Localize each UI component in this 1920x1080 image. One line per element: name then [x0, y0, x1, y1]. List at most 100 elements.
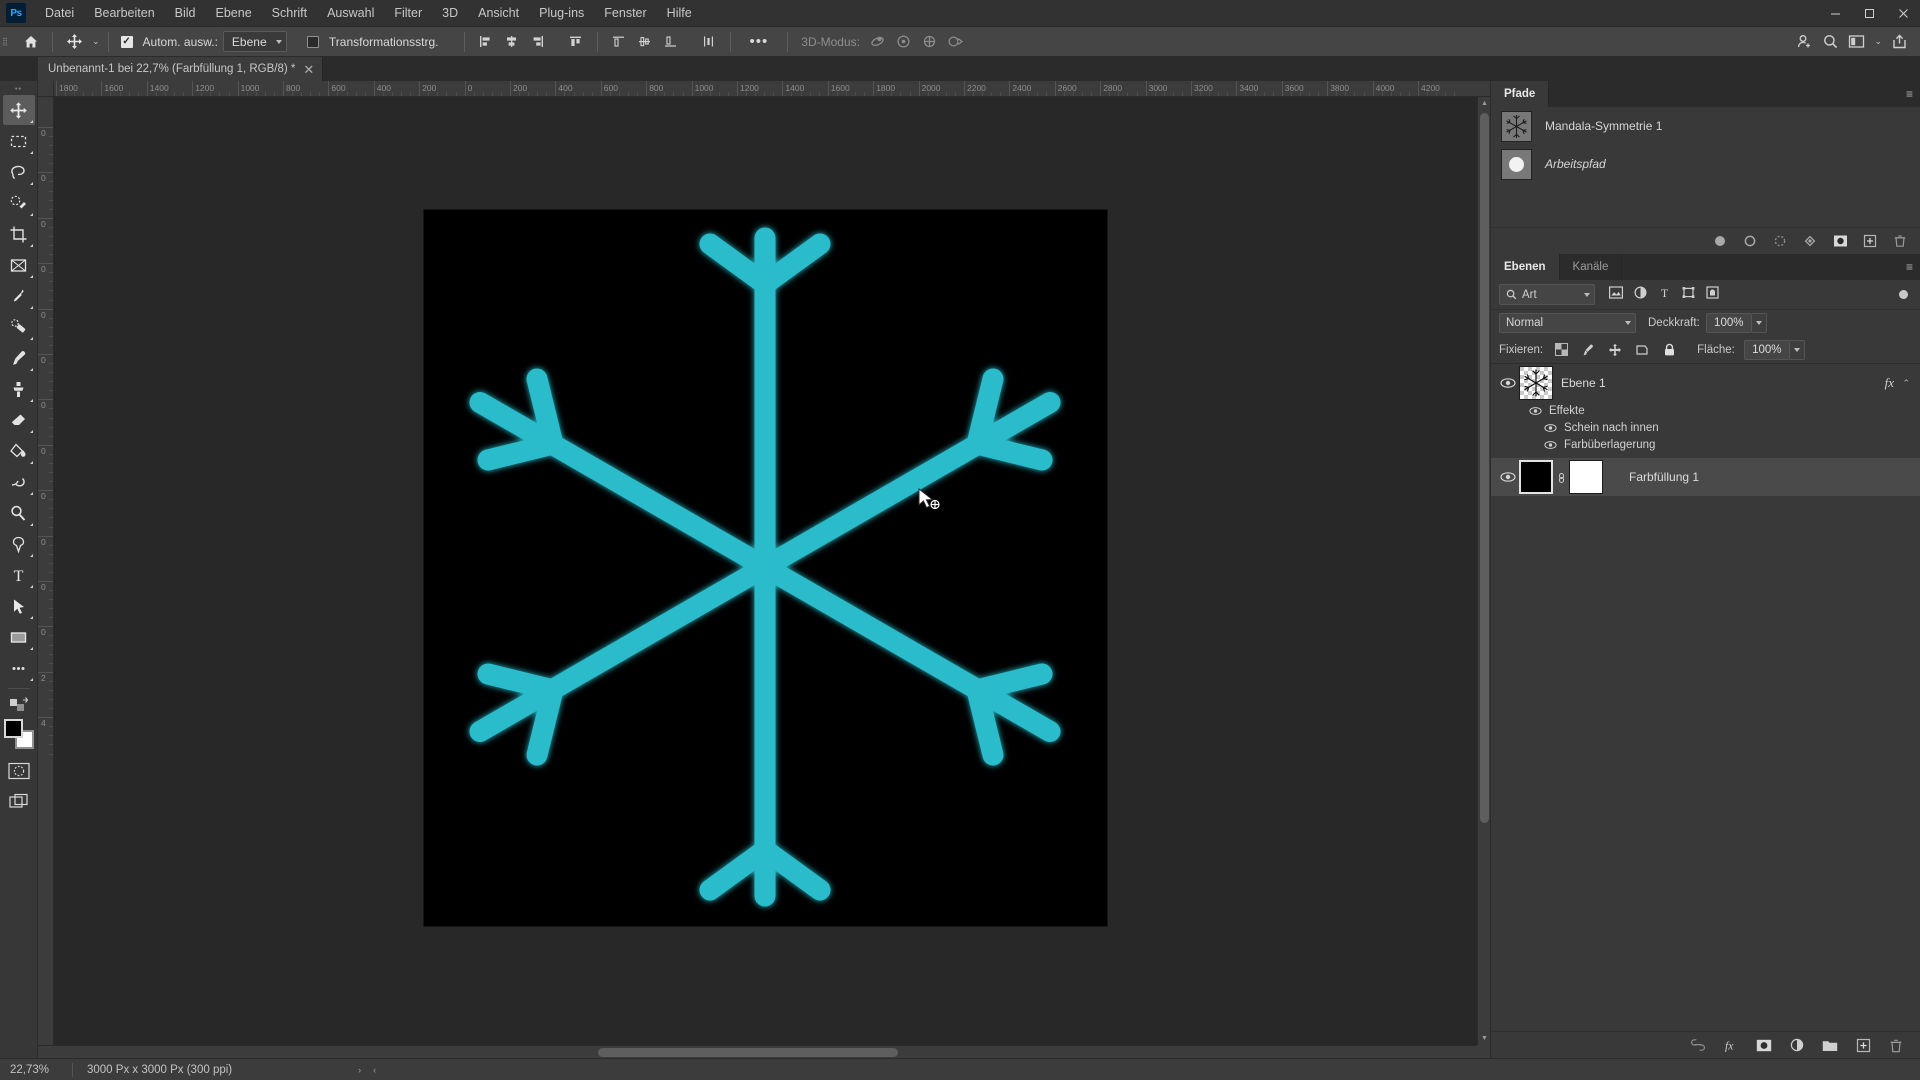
- vertical-ruler[interactable]: 00000000000024: [38, 97, 54, 1045]
- add-fx-icon[interactable]: fx: [1723, 1037, 1739, 1053]
- layer-effects-group[interactable]: Effekte: [1491, 402, 1920, 419]
- auto-select-dropdown[interactable]: Ebene: [222, 31, 287, 52]
- add-mask-icon[interactable]: [1756, 1037, 1772, 1053]
- search-icon[interactable]: [1817, 30, 1843, 54]
- link-layers-icon[interactable]: [1690, 1037, 1706, 1053]
- path-item-arbeitspfad[interactable]: Arbeitspfad: [1491, 145, 1920, 183]
- menu-schrift[interactable]: Schrift: [262, 1, 317, 25]
- opacity-value[interactable]: 100%: [1705, 313, 1752, 333]
- ruler-corner[interactable]: [38, 81, 54, 97]
- transform-controls-checkbox[interactable]: [306, 35, 319, 48]
- pen-tool[interactable]: [3, 529, 35, 559]
- home-icon[interactable]: [18, 30, 44, 54]
- effect-visibility-toggle[interactable]: [1542, 440, 1558, 450]
- healing-brush-tool[interactable]: [3, 312, 35, 342]
- crop-tool[interactable]: [3, 219, 35, 249]
- blur-tool[interactable]: [3, 467, 35, 497]
- layers-panel-menu-icon[interactable]: ≡: [1906, 254, 1914, 280]
- scroll-down-arrow[interactable]: ▼: [1478, 1032, 1491, 1045]
- fill-path-icon[interactable]: [1712, 233, 1728, 249]
- path-item-mandala[interactable]: Mandala-Symmetrie 1: [1491, 107, 1920, 145]
- align-right-edges-icon[interactable]: [525, 30, 551, 54]
- vertical-scroll-thumb[interactable]: [1480, 113, 1489, 823]
- white-mask-thumb[interactable]: [1569, 460, 1603, 494]
- more-tools-button[interactable]: [3, 653, 35, 683]
- menu-bild[interactable]: Bild: [165, 1, 206, 25]
- blend-mode-dropdown[interactable]: Normal: [1499, 313, 1636, 333]
- more-options-button[interactable]: •••: [744, 33, 775, 50]
- screen-mode-icon[interactable]: [3, 787, 35, 817]
- new-path-icon[interactable]: [1862, 233, 1878, 249]
- color-swatches[interactable]: [3, 718, 35, 750]
- menu-ansicht[interactable]: Ansicht: [468, 1, 529, 25]
- filter-toggle[interactable]: [1899, 290, 1908, 299]
- type-tool[interactable]: T: [3, 560, 35, 590]
- align-left-edges-icon[interactable]: [473, 30, 499, 54]
- brush-tool[interactable]: [3, 343, 35, 373]
- paths-panel-menu-icon[interactable]: ≡: [1906, 81, 1914, 107]
- tab-pfade[interactable]: Pfade: [1491, 81, 1550, 107]
- new-group-icon[interactable]: [1822, 1037, 1838, 1053]
- align-horizontal-centers-icon[interactable]: [499, 30, 525, 54]
- dodge-tool[interactable]: [3, 498, 35, 528]
- layer-effect-item[interactable]: Schein nach innen: [1491, 419, 1920, 436]
- adjustment-layer-icon[interactable]: [1789, 1037, 1805, 1053]
- lasso-tool[interactable]: [3, 157, 35, 187]
- delete-path-icon[interactable]: [1892, 233, 1908, 249]
- distribute-vertical-centers-icon[interactable]: [632, 30, 658, 54]
- frame-tool[interactable]: [3, 250, 35, 280]
- lock-image-icon[interactable]: [1579, 341, 1597, 359]
- layer-visibility-toggle[interactable]: [1497, 377, 1519, 389]
- align-top-edges-icon[interactable]: [563, 30, 589, 54]
- move-tool-icon[interactable]: [61, 30, 87, 54]
- orbit-3d-icon[interactable]: [865, 30, 891, 54]
- fill-value[interactable]: 100%: [1743, 339, 1790, 360]
- horizontal-scrollbar[interactable]: [38, 1045, 1477, 1058]
- fill-stepper[interactable]: [1789, 339, 1805, 360]
- tab-kanaele[interactable]: Kanäle: [1559, 254, 1623, 280]
- default-colors-icon[interactable]: [3, 693, 35, 715]
- distribute-bottom-icon[interactable]: [658, 30, 684, 54]
- path-selection-tool[interactable]: [3, 591, 35, 621]
- search-person-icon[interactable]: [1791, 30, 1817, 54]
- menu-auswahl[interactable]: Auswahl: [317, 1, 384, 25]
- shape-filter-icon[interactable]: [1682, 286, 1695, 304]
- tool-preset-picker[interactable]: ⌄: [61, 30, 100, 54]
- move-tool[interactable]: [2, 95, 35, 125]
- menu-bearbeiten[interactable]: Bearbeiten: [84, 1, 164, 25]
- distribute-spacing-icon[interactable]: [696, 30, 722, 54]
- roll-3d-icon[interactable]: [891, 30, 917, 54]
- chevron-left-icon[interactable]: ‹: [367, 1065, 382, 1075]
- load-selection-icon[interactable]: [1772, 233, 1788, 249]
- quick-selection-tool[interactable]: [3, 188, 35, 218]
- mask-icon[interactable]: [1832, 233, 1848, 249]
- menu-3d[interactable]: 3D: [432, 1, 468, 25]
- adjustment-filter-icon[interactable]: [1634, 285, 1647, 304]
- chevron-up-icon[interactable]: ⌃: [1902, 378, 1910, 389]
- workspace-switcher[interactable]: ⌄: [1843, 30, 1886, 54]
- layer-visibility-toggle[interactable]: [1497, 471, 1519, 483]
- menu-fenster[interactable]: Fenster: [594, 1, 656, 25]
- lock-all-icon[interactable]: [1660, 341, 1678, 359]
- lock-artboard-icon[interactable]: [1633, 341, 1651, 359]
- menu-plugins[interactable]: Plug-ins: [529, 1, 594, 25]
- horizontal-scroll-thumb[interactable]: [598, 1048, 898, 1057]
- layer-row-ebene-1[interactable]: Ebene 1 fx ⌃: [1491, 364, 1920, 402]
- auto-select-checkbox[interactable]: [120, 35, 133, 48]
- zoom-level[interactable]: 22,73%: [0, 1064, 72, 1076]
- effects-visibility-toggle[interactable]: [1527, 406, 1543, 416]
- tab-ebenen[interactable]: Ebenen: [1491, 254, 1560, 280]
- layer-effect-item[interactable]: Farbüberlagerung: [1491, 436, 1920, 453]
- opacity-stepper[interactable]: [1751, 313, 1767, 333]
- foreground-color-swatch[interactable]: [3, 719, 23, 738]
- menu-filter[interactable]: Filter: [384, 1, 432, 25]
- menu-ebene[interactable]: Ebene: [206, 1, 262, 25]
- document-tab[interactable]: Unbenannt-1 bei 22,7% (Farbfüllung 1, RG…: [38, 57, 324, 81]
- stroke-path-icon[interactable]: [1742, 233, 1758, 249]
- effect-visibility-toggle[interactable]: [1542, 423, 1558, 433]
- options-bar-grip[interactable]: ⣿: [0, 27, 10, 57]
- workspace-icon[interactable]: [1843, 30, 1869, 54]
- layer-fx-badge[interactable]: fx: [1885, 375, 1894, 391]
- clone-stamp-tool[interactable]: [3, 374, 35, 404]
- horizontal-ruler[interactable]: 1800 1600 1400 1200 1000 800 600 400 200 0 200 400 6…: [54, 81, 1490, 97]
